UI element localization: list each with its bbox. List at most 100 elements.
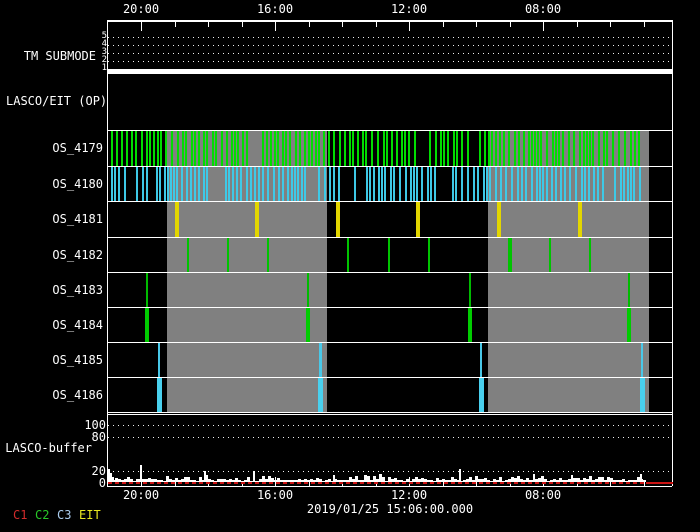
bottom-axis-label: 16:00 xyxy=(256,488,294,502)
top-axis-tick xyxy=(476,22,477,27)
event-bar xyxy=(483,167,485,201)
event-bar xyxy=(549,238,551,272)
buffer-spike xyxy=(640,474,642,482)
event-bar xyxy=(116,131,118,166)
event-bar xyxy=(537,131,539,166)
event-bar xyxy=(274,131,276,166)
event-bar xyxy=(589,238,591,272)
event-bar xyxy=(212,131,214,166)
event-bar xyxy=(390,167,392,201)
event-bar xyxy=(158,343,160,377)
event-bar xyxy=(523,131,525,166)
event-bar xyxy=(640,378,645,412)
event-bar xyxy=(467,131,469,166)
event-bar xyxy=(319,343,322,377)
event-bar xyxy=(187,238,189,272)
buffer-gridline xyxy=(108,471,672,472)
event-bar xyxy=(435,131,437,166)
event-bar xyxy=(175,202,179,237)
event-bar xyxy=(291,167,293,201)
event-bar xyxy=(627,167,629,201)
event-bar xyxy=(634,131,636,166)
event-bar xyxy=(479,131,481,166)
buffer-spike xyxy=(253,471,255,482)
event-bar xyxy=(638,131,640,166)
bottom-axis-line xyxy=(107,486,672,487)
event-bar xyxy=(511,167,513,201)
event-bar xyxy=(282,131,284,166)
event-bar xyxy=(536,167,538,201)
event-bar xyxy=(531,167,533,201)
bottom-axis-label: 20:00 xyxy=(122,488,160,502)
event-bar xyxy=(477,167,479,201)
event-bar xyxy=(324,167,326,201)
event-bar xyxy=(581,167,583,201)
event-bar xyxy=(434,167,436,201)
event-bar xyxy=(267,238,269,272)
legend-item-C1: C1 xyxy=(13,508,28,522)
event-bar xyxy=(614,167,616,201)
event-bar xyxy=(552,131,554,166)
event-bar xyxy=(575,167,577,201)
event-bar xyxy=(250,167,252,201)
event-bar xyxy=(171,131,173,166)
event-bar xyxy=(231,131,233,166)
buffer-ytick-label: 80 xyxy=(91,430,106,444)
event-bar xyxy=(371,131,373,166)
event-bar xyxy=(479,378,484,412)
top-axis-tick xyxy=(577,22,578,27)
event-bar xyxy=(294,167,296,201)
buffer-spike xyxy=(140,465,142,482)
event-bar xyxy=(521,167,523,201)
event-bar xyxy=(453,131,455,166)
event-bar xyxy=(440,131,442,166)
tm-gridline xyxy=(108,61,672,62)
event-bar xyxy=(514,131,516,166)
event-bar xyxy=(588,167,590,201)
event-bar xyxy=(413,167,415,201)
event-bar xyxy=(277,131,279,166)
event-bar xyxy=(266,131,268,166)
event-bar xyxy=(141,131,143,166)
event-bar xyxy=(164,167,166,201)
event-bar xyxy=(546,167,548,201)
event-bar xyxy=(452,167,454,201)
event-bar xyxy=(194,131,196,166)
event-bar xyxy=(620,167,622,201)
event-bar xyxy=(447,131,449,166)
event-bar xyxy=(386,131,388,166)
buffer-gridline xyxy=(108,425,672,426)
scheduled-region xyxy=(167,238,327,272)
event-bar xyxy=(176,167,178,201)
tm-level-tick-label: 1 xyxy=(101,63,107,73)
event-bar xyxy=(287,167,289,201)
legend-item-EIT: EIT xyxy=(79,508,101,522)
event-bar xyxy=(308,131,310,166)
event-bar xyxy=(456,131,458,166)
lasco-timeline-plot: TM SUBMODE LASCO/EIT (OP) LASCO-buffer 2… xyxy=(0,0,700,532)
event-bar xyxy=(145,308,149,342)
event-bar xyxy=(414,131,416,166)
row-label-OS_4184: OS_4184 xyxy=(52,318,103,332)
scheduled-region xyxy=(167,378,327,412)
event-bar xyxy=(555,131,557,166)
event-bar xyxy=(146,131,148,166)
bottom-axis-label: 08:00 xyxy=(524,488,562,502)
event-bar xyxy=(114,167,116,201)
top-axis-line xyxy=(107,20,672,22)
event-bar xyxy=(149,131,151,166)
row-label-OS_4185: OS_4185 xyxy=(52,353,103,367)
event-bar xyxy=(603,131,605,166)
event-bar xyxy=(469,273,471,307)
event-bar xyxy=(641,343,643,377)
row-label-OS_4186: OS_4186 xyxy=(52,388,103,402)
top-axis-label: 12:00 xyxy=(390,2,428,16)
event-bar xyxy=(304,131,306,166)
event-bar xyxy=(126,131,128,166)
event-bar xyxy=(285,131,287,166)
buffer-zero-line-dashed xyxy=(108,482,646,484)
buffer-spike xyxy=(459,469,461,482)
top-axis-tick xyxy=(175,22,176,27)
event-bar xyxy=(505,167,507,201)
event-bar xyxy=(301,167,303,201)
